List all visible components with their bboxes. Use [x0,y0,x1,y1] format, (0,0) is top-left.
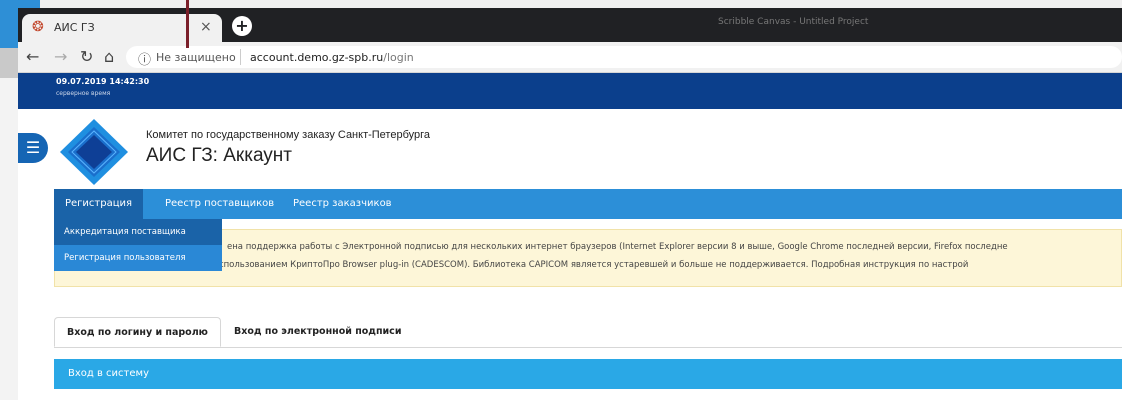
logo [60,119,128,185]
address-bar[interactable]: ⓘ Не защищено account.demo.gz-spb.ru/log… [126,46,1122,68]
spinner-icon: ❂ [32,19,44,35]
page-title: АИС ГЗ: Аккаунт [146,145,292,166]
url-path: /login [383,51,414,64]
alert-line-1: ена поддержка работы с Электронной подпи… [227,242,1008,252]
browser-tab[interactable]: ❂ АИС ГЗ × [22,14,222,42]
close-tab-button[interactable]: × [200,19,212,35]
menu-item-supplier-accreditation[interactable]: Аккредитация поставщика [54,219,222,245]
login-panel-header: Вход в систему [54,359,1122,389]
menu-item-user-registration[interactable]: Регистрация пользователя [54,245,222,271]
org-name: Комитет по государственному заказу Санкт… [146,129,431,141]
reload-icon[interactable]: ↻ [80,47,93,66]
background-gray-corner [0,48,18,78]
browser-toolbar: ← → ↻ ⌂ ⓘ Не защищено account.demo.gz-sp… [18,42,1122,73]
tab-bar: ❂ АИС ГЗ × + Scribble Canvas - Untitled … [18,8,1122,42]
annotation-line [186,0,189,48]
info-icon[interactable]: ⓘ [138,49,151,68]
login-tabs: Вход по логину и паролю Вход по электрон… [54,317,1122,348]
new-tab-button[interactable]: + [232,16,252,36]
main-nav: Регистрация Реестр поставщиков Реестр за… [54,189,1122,219]
nav-item-registration[interactable]: Регистрация [54,189,144,219]
forward-icon[interactable]: → [54,47,67,66]
nav-item-suppliers[interactable]: Реестр поставщиков [154,189,285,219]
security-label: Не защищено [156,51,236,64]
address-separator [240,49,241,65]
tab-title: АИС ГЗ [54,21,95,34]
tab-login-password[interactable]: Вход по логину и паролю [54,317,221,347]
tab-login-signature[interactable]: Вход по электронной подписи [222,317,413,347]
page-content: 09.07.2019 14:42:30 серверное время ☰ Ко… [18,73,1122,400]
browser-window: ❂ АИС ГЗ × + Scribble Canvas - Untitled … [18,8,1122,400]
registration-dropdown: Аккредитация поставщика Регистрация поль… [54,219,222,271]
server-datetime: 09.07.2019 14:42:30 [56,77,150,86]
top-bar: 09.07.2019 14:42:30 серверное время [18,73,1122,109]
url-host: account.demo.gz-spb.ru [250,51,384,64]
nav-item-customers[interactable]: Реестр заказчиков [282,189,403,219]
back-icon[interactable]: ← [26,47,39,66]
menu-icon[interactable]: ☰ [18,133,48,163]
login-panel-title: Вход в систему [68,368,149,379]
server-datetime-caption: серверное время [56,90,111,97]
url-text[interactable]: account.demo.gz-spb.ru/login [250,51,414,64]
home-icon[interactable]: ⌂ [104,47,114,66]
background-window-title: Scribble Canvas - Untitled Project [718,17,869,27]
